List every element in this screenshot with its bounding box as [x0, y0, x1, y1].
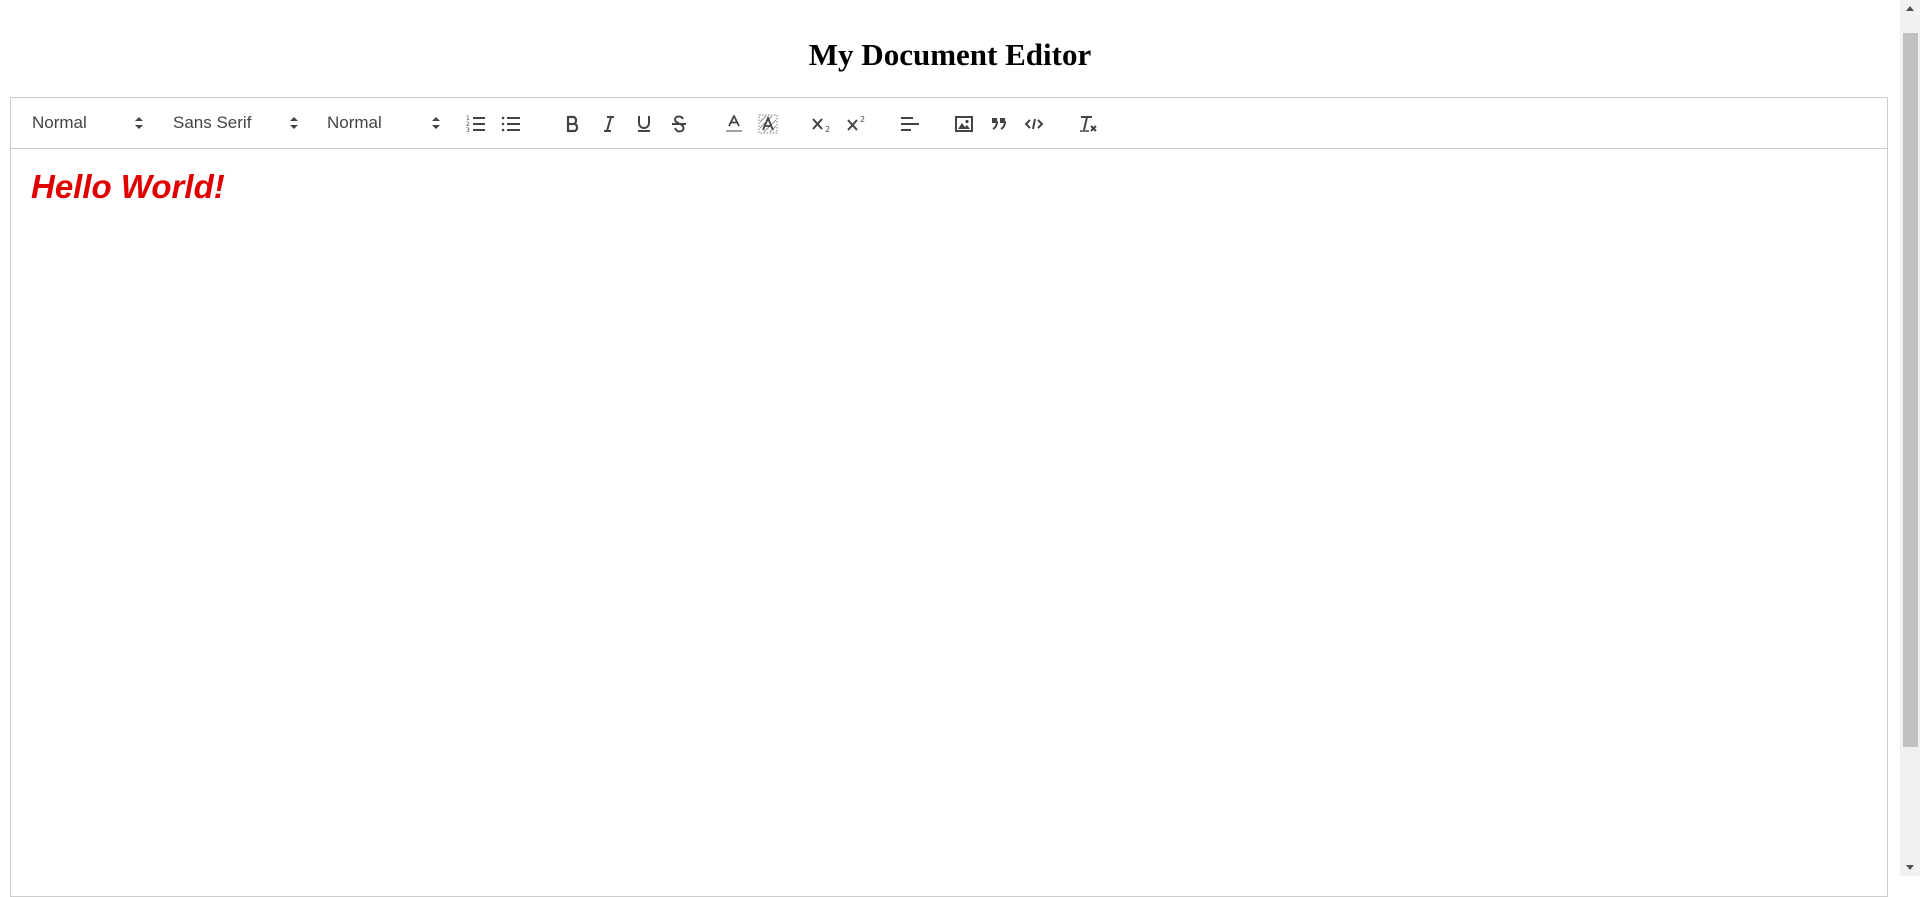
image-button[interactable]: [950, 111, 978, 137]
background-color-button[interactable]: [754, 111, 782, 137]
strike-icon: [672, 115, 686, 133]
chevron-updown-icon: [290, 117, 298, 129]
subscript-icon: 2: [812, 118, 830, 133]
italic-button[interactable]: [595, 111, 623, 137]
page-title: My Document Editor: [808, 37, 1092, 72]
svg-text:2: 2: [825, 125, 830, 133]
chevron-updown-icon: [432, 117, 440, 129]
ordered-list-icon: 1 2 3: [466, 115, 485, 133]
svg-text:3: 3: [466, 127, 470, 133]
bullet-list-button[interactable]: [497, 111, 525, 137]
align-left-icon: [901, 117, 919, 131]
svg-text:2: 2: [860, 115, 865, 124]
superscript-icon: 2: [847, 115, 865, 131]
caret-down-icon: [1906, 865, 1914, 870]
code-icon: [1024, 118, 1044, 130]
bullet-list-icon: [501, 116, 520, 132]
scroll-down-arrow[interactable]: [1900, 859, 1920, 876]
superscript-button[interactable]: 2: [843, 111, 871, 137]
strike-button[interactable]: [665, 111, 693, 137]
clear-format-icon: [1080, 116, 1097, 132]
editor-content-area[interactable]: Hello World!: [11, 149, 1887, 225]
image-icon: [955, 116, 973, 132]
editor-text[interactable]: Hello World!: [31, 167, 1867, 207]
align-button[interactable]: [896, 111, 924, 137]
bold-icon: [566, 115, 579, 133]
font-picker[interactable]: Sans Serif: [173, 108, 299, 138]
chevron-updown-icon: [135, 117, 143, 129]
font-picker-label: Sans Serif: [173, 113, 252, 132]
text-color-icon: [726, 115, 742, 132]
page: My Document Editor Normal Sans Serif Nor…: [0, 0, 1900, 897]
size-picker-label: Normal: [327, 113, 382, 132]
caret-up-icon: [1906, 6, 1914, 11]
blockquote-button[interactable]: [985, 111, 1013, 137]
blockquote-icon: [992, 118, 1006, 130]
underline-icon: [638, 116, 650, 132]
ordered-list-button[interactable]: 1 2 3: [462, 111, 490, 137]
code-block-button[interactable]: [1020, 111, 1048, 137]
header-picker-label: Normal: [32, 113, 87, 132]
text-color-button[interactable]: [720, 111, 748, 137]
scroll-up-arrow[interactable]: [1900, 0, 1920, 17]
italic-icon: [604, 116, 614, 132]
vertical-scrollbar[interactable]: [1900, 0, 1920, 876]
size-picker[interactable]: Normal: [327, 108, 441, 138]
editor-toolbar: Normal Sans Serif Normal 1 2 3 2 2: [11, 98, 1887, 149]
scrollbar-thumb[interactable]: [1903, 33, 1918, 747]
background-color-icon: [758, 114, 778, 134]
bold-button[interactable]: [559, 111, 587, 137]
clean-format-button[interactable]: [1074, 111, 1102, 137]
subscript-button[interactable]: 2: [808, 111, 836, 137]
header-picker[interactable]: Normal: [32, 108, 144, 138]
underline-button[interactable]: [630, 111, 658, 137]
rich-text-editor: Normal Sans Serif Normal 1 2 3 2 2 Hello…: [10, 97, 1888, 897]
